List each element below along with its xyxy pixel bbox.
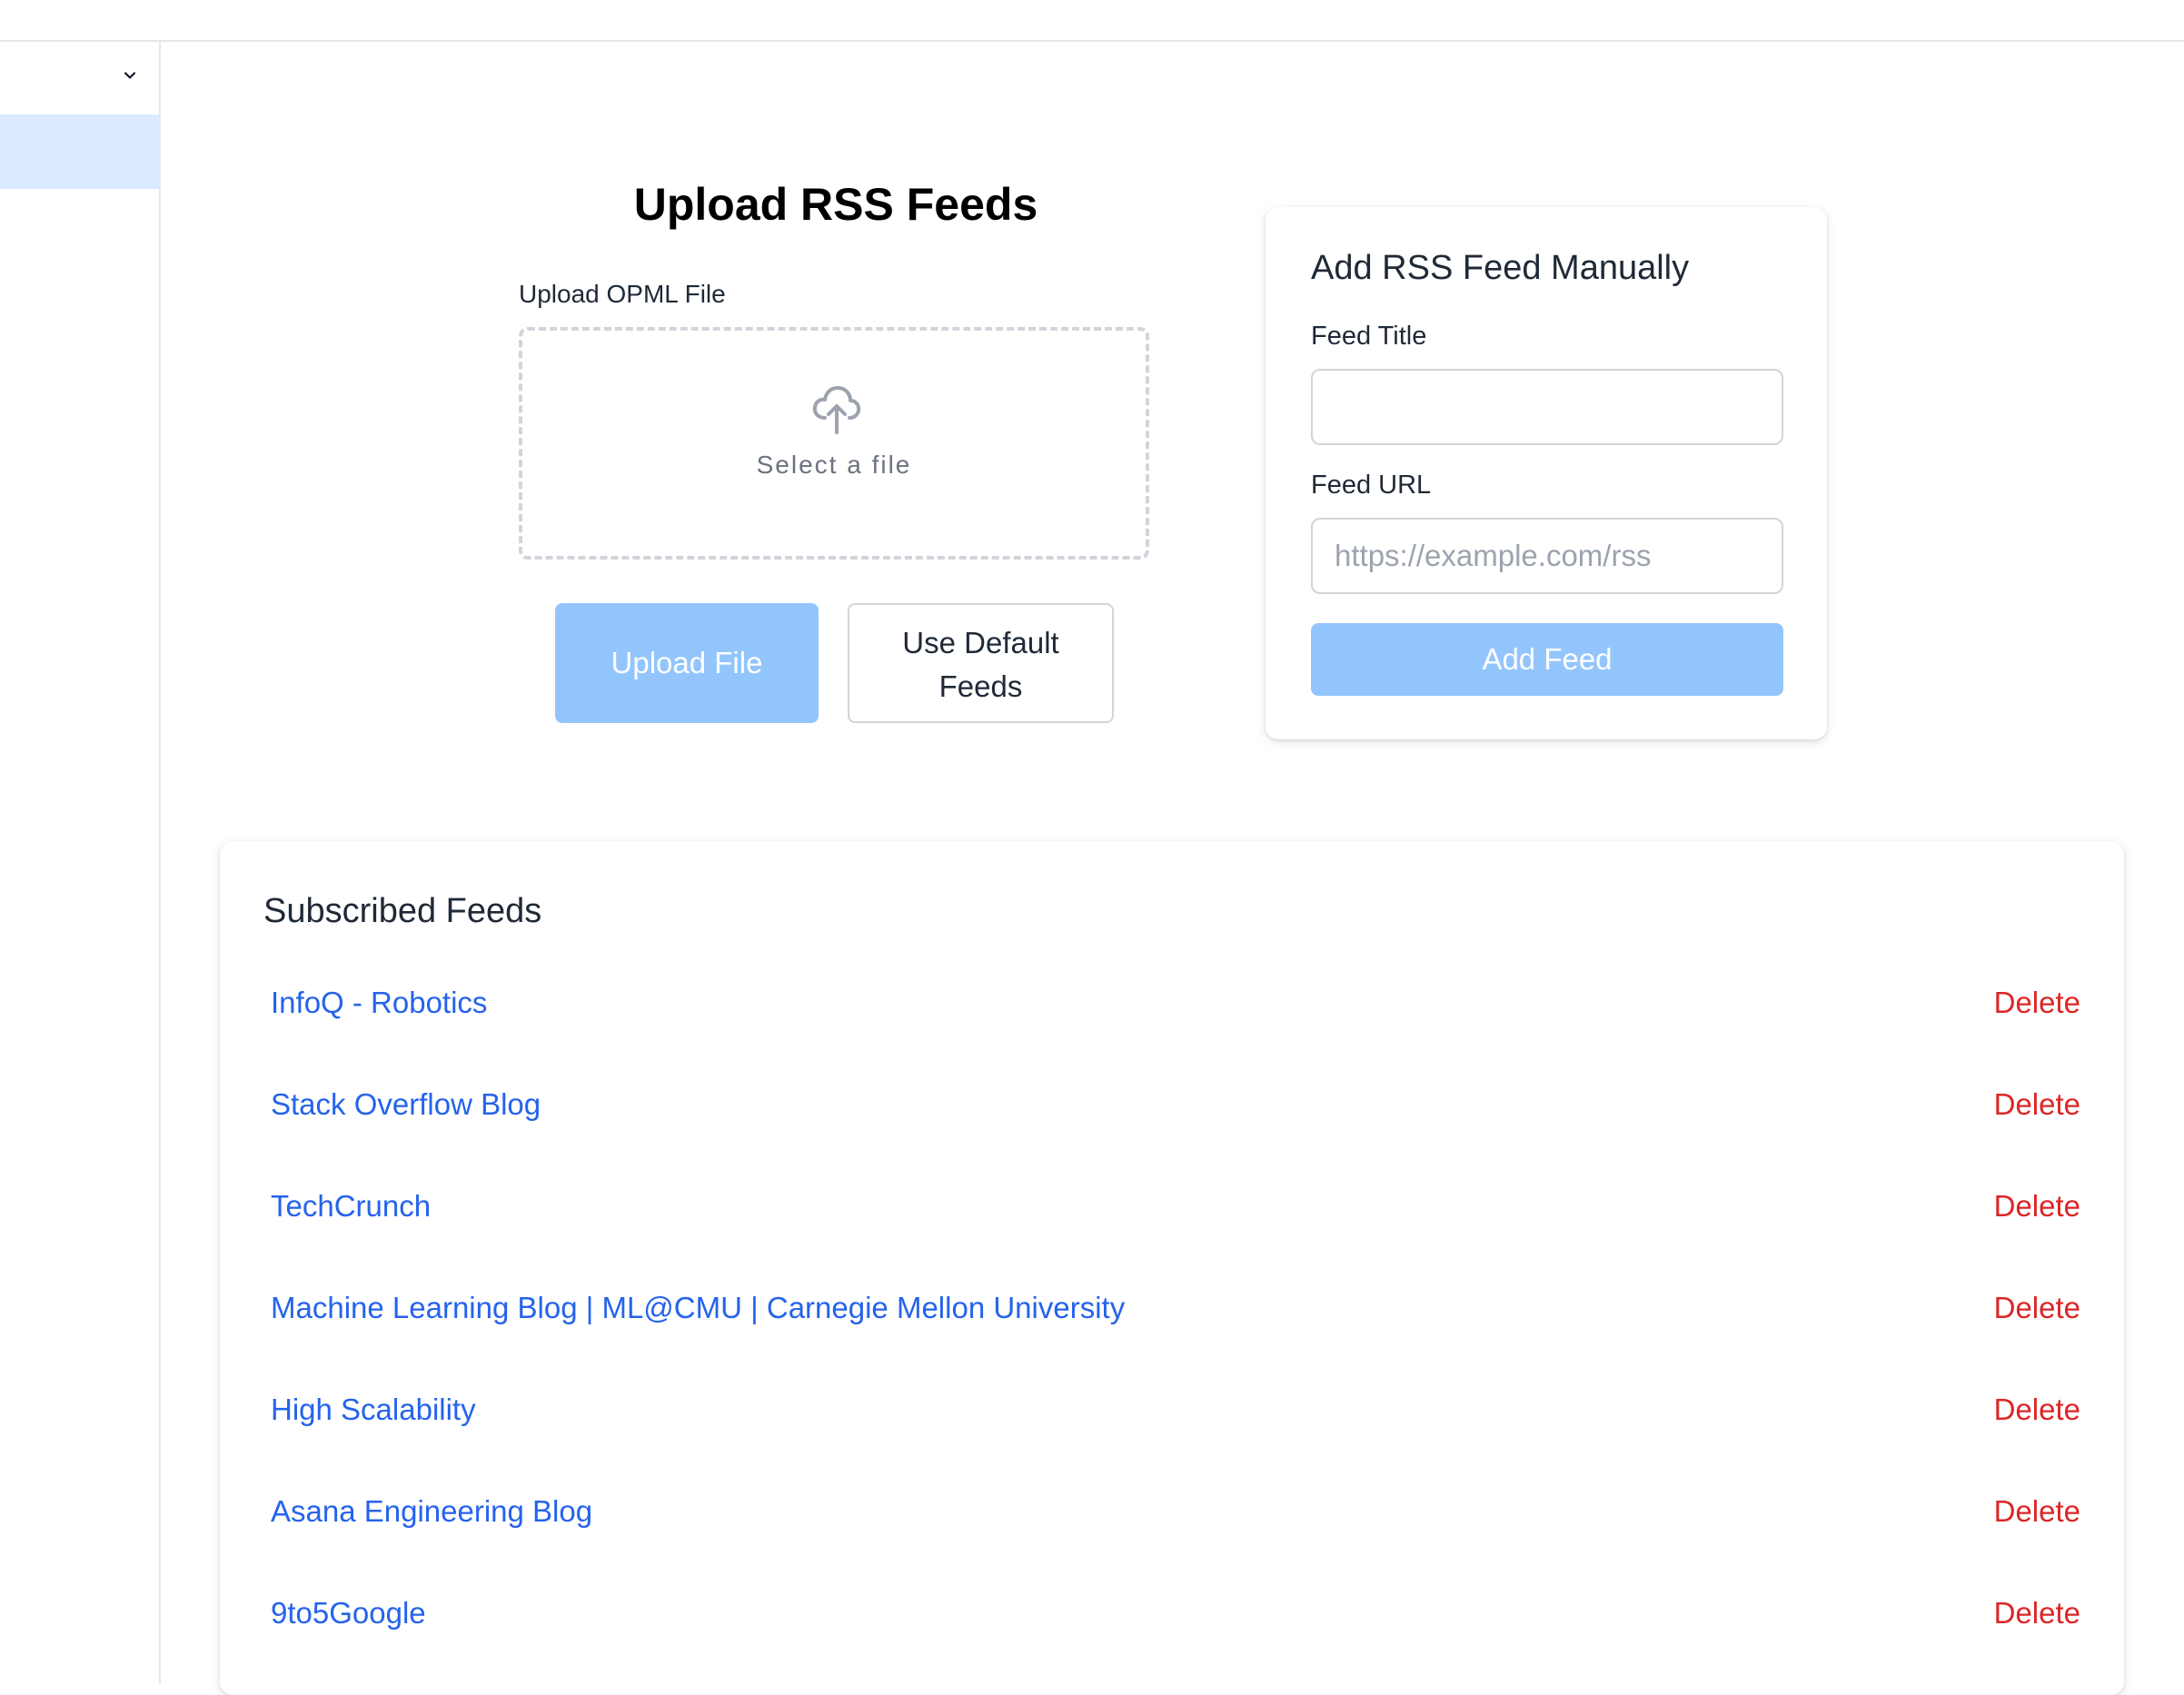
feed-url-label: Feed URL (1311, 471, 1432, 500)
add-feed-title: Add RSS Feed Manually (1311, 249, 1690, 287)
delete-button[interactable]: Delete (1994, 977, 2080, 1028)
feed-row: TechCrunch Delete (220, 1181, 2124, 1283)
feed-row: Stack Overflow Blog Delete (220, 1079, 2124, 1181)
feed-title-link[interactable]: High Scalability (271, 1384, 476, 1435)
delete-button[interactable]: Delete (1994, 1486, 2080, 1537)
feed-row: Asana Engineering Blog Delete (220, 1486, 2124, 1588)
file-dropzone[interactable]: Select a file (519, 327, 1149, 560)
sidebar-toggle[interactable] (0, 42, 159, 114)
sidebar-item-active[interactable] (0, 114, 159, 189)
delete-button[interactable]: Delete (1994, 1384, 2080, 1435)
feed-title-link[interactable]: Stack Overflow Blog (271, 1079, 541, 1130)
top-bar (0, 0, 2184, 42)
select-file-text[interactable]: Select a file (522, 449, 1146, 481)
delete-button[interactable]: Delete (1994, 1588, 2080, 1639)
feed-row: 9to5Google Delete (220, 1588, 2124, 1690)
add-feed-button[interactable]: Add Feed (1311, 623, 1783, 696)
feed-title-link[interactable]: 9to5Google (271, 1588, 426, 1639)
feed-url-input[interactable] (1311, 518, 1783, 594)
feed-title-link[interactable]: Asana Engineering Blog (271, 1486, 592, 1537)
delete-button[interactable]: Delete (1994, 1181, 2080, 1232)
subscribed-feeds-title: Subscribed Feeds (263, 892, 542, 930)
delete-button[interactable]: Delete (1994, 1283, 2080, 1333)
feed-row: High Scalability Delete (220, 1384, 2124, 1486)
sidebar (0, 42, 161, 1684)
feed-title-link[interactable]: TechCrunch (271, 1181, 431, 1232)
chevron-down-icon[interactable] (124, 69, 136, 82)
opml-file-label: Upload OPML File (519, 280, 726, 308)
cloud-upload-icon (812, 386, 861, 434)
feed-title-link[interactable]: Machine Learning Blog | ML@CMU | Carnegi… (271, 1283, 1125, 1333)
feed-title-link[interactable]: InfoQ - Robotics (271, 977, 487, 1028)
feed-row: Machine Learning Blog | ML@CMU | Carnegi… (220, 1283, 2124, 1384)
feed-row: InfoQ - Robotics Delete (220, 977, 2124, 1079)
feed-title-label: Feed Title (1311, 322, 1427, 351)
subscribed-feeds-card: Subscribed Feeds InfoQ - Robotics Delete… (220, 841, 2124, 1695)
upload-file-button[interactable]: Upload File (555, 603, 819, 723)
delete-button[interactable]: Delete (1994, 1079, 2080, 1130)
use-default-feeds-button[interactable]: Use Default Feeds (848, 603, 1114, 723)
add-feed-card: Add RSS Feed Manually Feed Title Feed UR… (1266, 207, 1827, 739)
feed-list: InfoQ - Robotics Delete Stack Overflow B… (220, 977, 2124, 1690)
feed-title-input[interactable] (1311, 369, 1783, 445)
page-title: Upload RSS Feeds (633, 179, 1038, 230)
